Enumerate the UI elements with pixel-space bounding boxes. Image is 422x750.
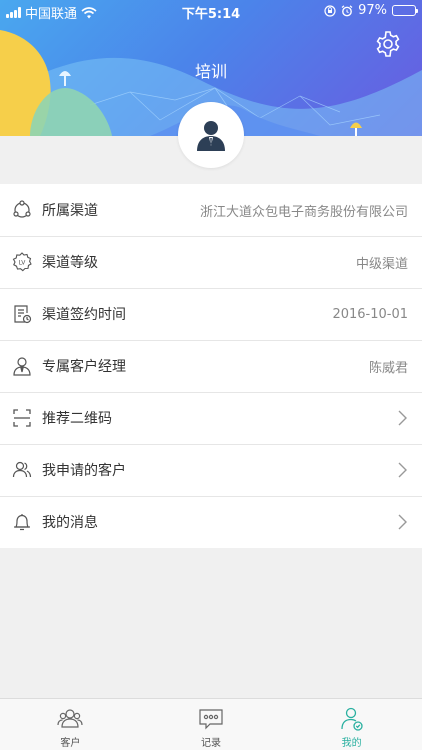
profile-menu-list: 所属渠道 浙江大道众包电子商务股份有限公司 LV 渠道等级 中级渠道 渠道签约时… <box>0 184 422 548</box>
rotation-lock-icon <box>324 4 336 17</box>
menu-label: 渠道签约时间 <box>42 307 126 323</box>
user-avatar-icon <box>197 121 225 151</box>
manager-person-icon <box>12 356 32 376</box>
menu-label: 所属渠道 <box>42 203 98 219</box>
level-badge-icon: LV <box>12 252 32 272</box>
svg-text:LV: LV <box>19 260 27 267</box>
menu-value: 中级渠道 <box>355 256 408 272</box>
chevron-right-icon <box>398 514 407 530</box>
menu-label: 我申请的客户 <box>42 463 126 479</box>
menu-value: 陈威君 <box>368 360 408 376</box>
bottom-tab-bar: 客户 记录 我的 <box>0 698 422 750</box>
menu-label: 我的消息 <box>42 515 98 531</box>
chevron-right-icon <box>398 462 407 478</box>
menu-label: 专属客户经理 <box>42 359 126 375</box>
menu-value: 浙江大道众包电子商务股份有限公司 <box>199 204 408 220</box>
menu-item-messages[interactable]: 我的消息 <box>0 496 422 548</box>
menu-label: 推荐二维码 <box>42 411 112 427</box>
menu-item-sign-date: 渠道签约时间 2016-10-01 <box>0 288 422 340</box>
menu-item-level: LV 渠道等级 中级渠道 <box>0 236 422 288</box>
contract-clock-icon <box>12 304 32 324</box>
users-icon <box>12 460 32 480</box>
tab-label: 记录 <box>201 738 221 749</box>
tab-profile[interactable]: 我的 <box>281 699 422 750</box>
tab-label: 我的 <box>341 738 362 749</box>
menu-item-manager: 专属客户经理 陈威君 <box>0 340 422 392</box>
tab-customers[interactable]: 客户 <box>0 699 141 750</box>
alarm-clock-icon <box>341 4 353 16</box>
tab-records[interactable]: 记录 <box>141 699 282 750</box>
battery-percent: 97% <box>358 3 387 18</box>
tab-label: 客户 <box>60 738 81 749</box>
menu-item-channel: 所属渠道 浙江大道众包电子商务股份有限公司 <box>0 184 422 236</box>
battery-icon <box>392 5 418 16</box>
customers-icon <box>57 709 83 728</box>
page-title: 培训 <box>194 62 227 81</box>
channel-share-icon <box>12 200 32 220</box>
menu-value: 2016-10-01 <box>332 306 408 322</box>
profile-icon <box>341 707 363 731</box>
menu-item-qrcode[interactable]: 推荐二维码 <box>0 392 422 444</box>
settings-gear-icon[interactable] <box>374 30 402 58</box>
qr-scan-icon <box>12 408 32 428</box>
chevron-right-icon <box>398 410 407 426</box>
menu-label: 渠道等级 <box>42 255 98 271</box>
status-bar: 中国联通 下午5:14 97% <box>0 0 422 22</box>
records-icon <box>199 709 223 730</box>
bell-icon <box>12 512 32 532</box>
menu-item-my-customers[interactable]: 我申请的客户 <box>0 444 422 496</box>
avatar[interactable] <box>178 102 244 168</box>
